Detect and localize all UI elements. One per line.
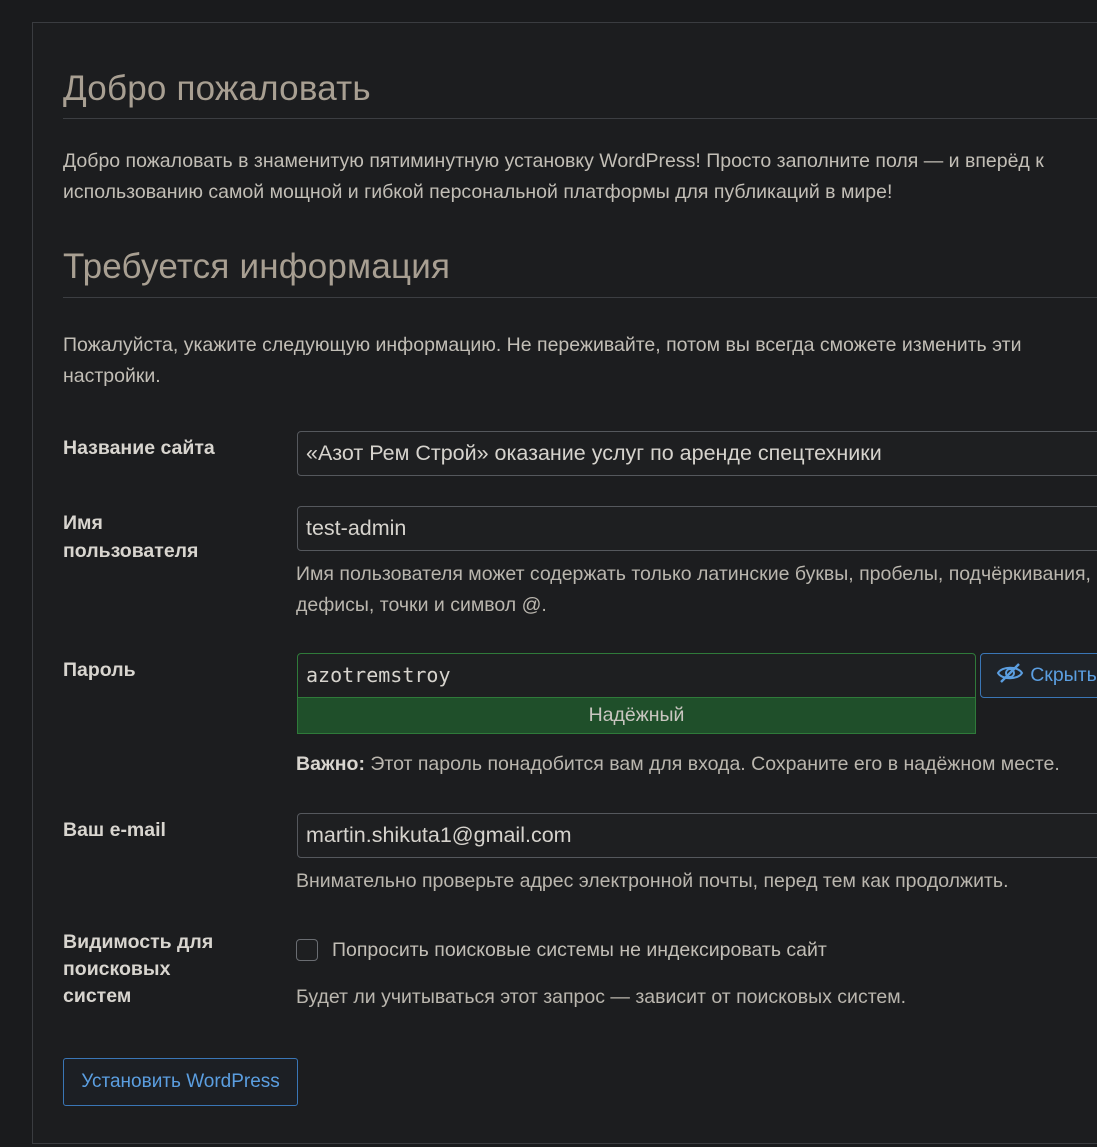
hide-password-button[interactable]: Скрыть — [980, 653, 1097, 698]
install-wordpress-button[interactable]: Установить WordPress — [63, 1058, 298, 1106]
search-visibility-hint: Будет ли учитываться этот запрос — завис… — [296, 986, 907, 1008]
search-visibility-label: Видимость для поисковых систем — [63, 931, 214, 1007]
email-input[interactable]: martin.shikuta1@gmail.com — [297, 813, 1097, 858]
noindex-checkbox-label[interactable]: Попросить поисковые системы не индексиро… — [332, 936, 827, 964]
noindex-checkbox[interactable] — [296, 939, 318, 961]
install-panel: Добро пожаловать Добро пожаловать в знам… — [32, 22, 1097, 1144]
eye-slash-icon — [996, 662, 1024, 690]
welcome-text: Добро пожаловать в знаменитую пятиминутн… — [63, 150, 1044, 203]
info-heading: Требуется информация — [63, 247, 451, 286]
password-hint-important: Важно: — [296, 753, 365, 775]
username-input[interactable]: test-admin — [297, 506, 1097, 551]
password-input[interactable]: azotremstroy — [297, 653, 976, 698]
password-hint-text: Этот пароль понадобится вам для входа. С… — [364, 753, 1060, 775]
info-text: Пожалуйста, укажите следующую информацию… — [63, 334, 1022, 387]
username-hint: Имя пользователя может содержать только … — [296, 563, 1091, 616]
username-label: Имя пользователя — [63, 512, 199, 562]
password-hint: Важно: Этот пароль понадобится вам для в… — [296, 749, 1060, 780]
divider — [63, 297, 1097, 298]
password-strength-indicator: Надёжный — [297, 697, 976, 734]
site-title-input[interactable]: «Азот Рем Строй» оказание услуг по аренд… — [297, 431, 1097, 476]
email-hint: Внимательно проверьте адрес электронной … — [296, 870, 1009, 892]
password-label: Пароль — [63, 659, 136, 681]
divider — [63, 118, 1097, 119]
email-label: Ваш e-mail — [63, 819, 166, 841]
hide-password-label: Скрыть — [1030, 664, 1097, 686]
welcome-heading: Добро пожаловать — [63, 69, 371, 108]
site-title-label: Название сайта — [63, 437, 215, 459]
